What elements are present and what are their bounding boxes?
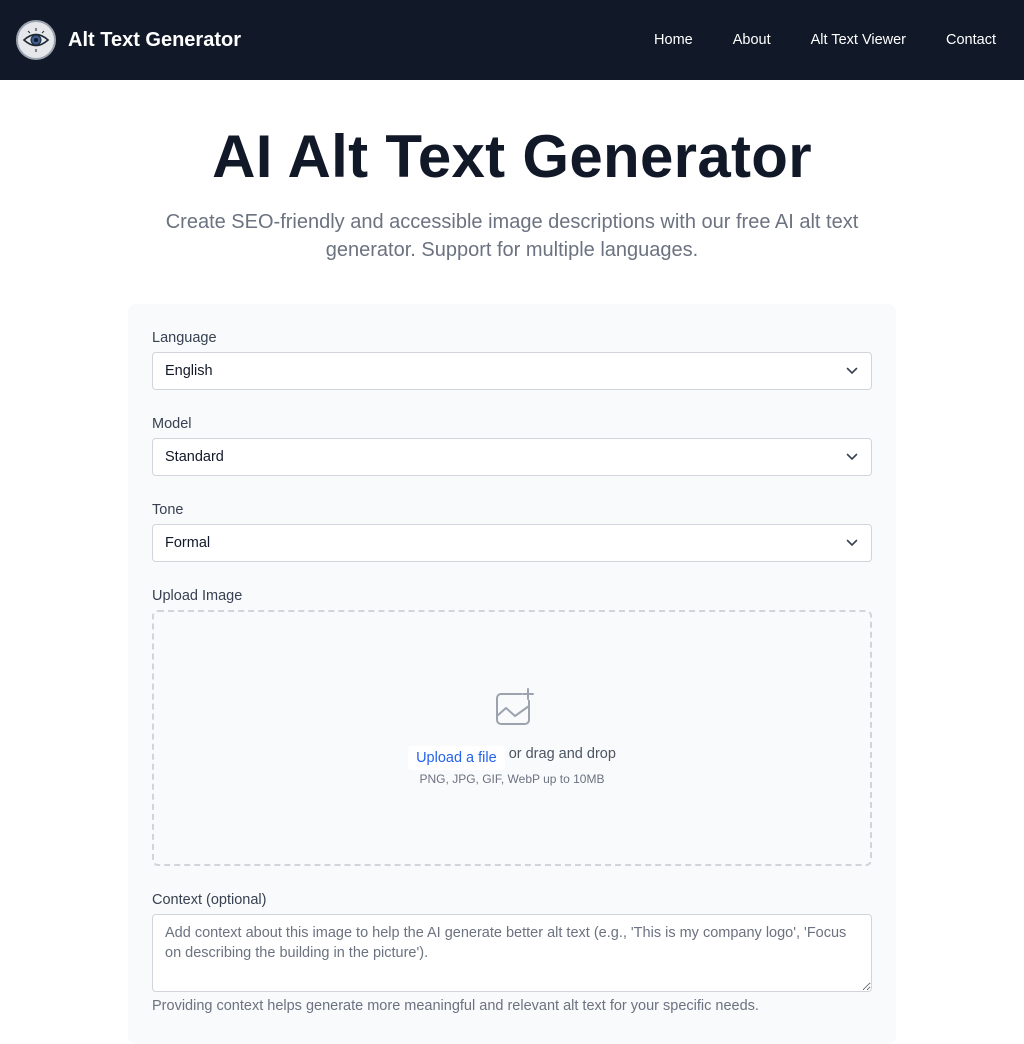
context-textarea[interactable] [152,914,872,992]
nav-home-link[interactable]: Home [654,32,693,48]
language-label: Language [152,330,217,346]
chevron-down-icon [845,536,859,550]
nav-alt-text-viewer-link[interactable]: Alt Text Viewer [811,32,906,48]
file-type-hint: PNG, JPG, GIF, WebP up to 10MB [419,772,605,786]
tone-label: Tone [152,502,184,518]
nav-contact-link[interactable]: Contact [946,32,996,48]
model-select-value: Standard [165,449,224,465]
drag-drop-text: or drag and drop [508,746,616,762]
model-label: Model [152,416,192,432]
page-subtitle: Create SEO-friendly and accessible image… [165,211,859,261]
top-navbar: Alt Text Generator Home About Alt Text V… [0,0,1024,80]
model-select[interactable]: Standard [152,438,872,476]
tone-select[interactable]: Formal [152,524,872,562]
chevron-down-icon [845,450,859,464]
eye-logo-icon[interactable] [16,20,56,60]
generator-form-card: Language English Model Standard Tone For… [128,304,896,1044]
main-nav: Home About Alt Text Viewer Contact [654,32,1008,48]
brand-title[interactable]: Alt Text Generator [68,29,241,52]
image-dropzone[interactable]: Upload a file or drag and drop PNG, JPG,… [152,610,872,866]
page-title: AI Alt Text Generator [212,123,812,190]
dropzone-instructions: Upload a file or drag and drop [154,738,870,770]
nav-about-link[interactable]: About [733,32,771,48]
context-label: Context (optional) [152,892,267,908]
tone-select-value: Formal [165,535,211,551]
image-add-icon [494,688,534,728]
language-select[interactable]: English [152,352,872,390]
upload-file-link[interactable]: Upload a file [408,746,505,770]
chevron-down-icon [845,364,859,378]
upload-image-label: Upload Image [152,588,243,604]
context-helper-text: Providing context helps generate more me… [152,998,759,1014]
language-select-value: English [165,363,213,379]
